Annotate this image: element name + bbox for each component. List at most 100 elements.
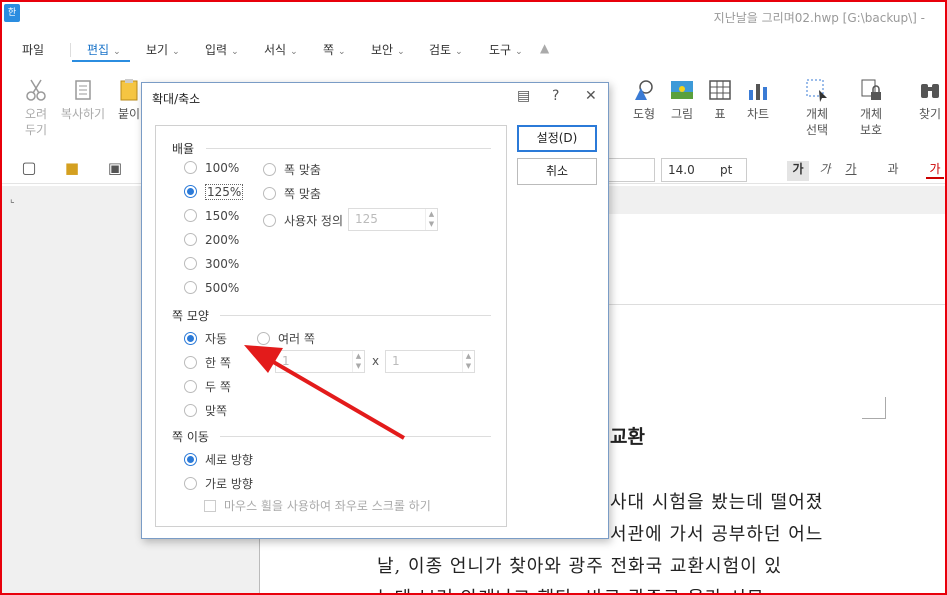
menu-page[interactable]: 쪽 ⌄ (323, 41, 346, 58)
table-button[interactable]: 표 (704, 78, 736, 122)
zoom-dialog: 확대/축소 ▤ ? ✕ 설정(D) 취소 배율 100% 125% 150% 2… (141, 82, 609, 539)
document-heading: 교환 (610, 426, 645, 448)
picture-button[interactable]: 그림 (666, 78, 698, 122)
picture-icon (671, 81, 693, 99)
copy-icon (75, 80, 91, 100)
page-move-section-label: 쪽 이동 (172, 430, 209, 444)
radio-icon (257, 332, 270, 345)
strikethrough-button[interactable]: 과 (884, 161, 902, 177)
spinner-arrows-icon[interactable]: ▲ ▼ (425, 209, 437, 230)
zoom-option-300[interactable]: 300% (184, 257, 239, 271)
bar-chart-icon (749, 84, 767, 100)
menu-edit[interactable]: 편집 ⌄ (87, 41, 121, 58)
radio-icon (184, 356, 197, 369)
document-line: 날, 이종 언니가 찾아와 광주 전화국 교환시험이 있 (377, 556, 782, 577)
protect-object-button[interactable]: 개체 보호 (852, 78, 890, 138)
shape-button[interactable]: 도형 (628, 78, 660, 122)
font-size-field[interactable]: 14.0 pt (661, 158, 747, 182)
spinner-arrows-icon[interactable]: ▲ ▼ (352, 351, 364, 372)
font-color-button[interactable]: 가 (926, 161, 944, 179)
underline-button[interactable]: 가 (842, 161, 860, 177)
dialog-title: 확대/축소 (152, 92, 201, 106)
ok-button[interactable]: 설정(D) (517, 125, 597, 152)
bold-button[interactable]: 가 (787, 161, 809, 181)
divider (206, 148, 491, 149)
multi-columns-input[interactable]: 1 ▲ ▼ (275, 350, 365, 373)
close-icon[interactable]: ✕ (585, 88, 597, 104)
paste-button[interactable]: 붙이 (114, 78, 144, 122)
multi-rows-input[interactable]: 1 ▲ ▼ (385, 350, 475, 373)
wheel-scroll-checkbox[interactable]: 마우스 휠을 사용하여 좌우로 스크롤 하기 (204, 497, 431, 514)
clipboard-icon (120, 79, 138, 101)
copy-button[interactable]: 복사하기 (58, 78, 108, 122)
menu-separator (70, 43, 71, 57)
zoom-custom[interactable]: 사용자 정의 (263, 212, 343, 229)
layout-auto[interactable]: 자동 (184, 330, 227, 347)
layout-two[interactable]: 두 쪽 (184, 378, 231, 395)
radio-icon (263, 187, 276, 200)
document-line: 사대 시험을 봤는데 떨어졌 (610, 492, 824, 513)
select-object-button[interactable]: 개체 선택 (798, 78, 836, 138)
dialog-body: 배율 100% 125% 150% 200% 300% 500% 폭 맞춤 쪽 … (155, 125, 507, 527)
chevron-down-icon: ⌄ (455, 47, 463, 57)
radio-icon (184, 185, 197, 198)
custom-zoom-input[interactable]: 125 ▲ ▼ (348, 208, 438, 231)
app-window: 한 지난날을 그리며02.hwp [G:\backup\] - 파일 편집 ⌄ 보… (0, 0, 947, 595)
spinner-arrows-icon[interactable]: ▲ ▼ (462, 351, 474, 372)
document-line: 는데 보러 안게냐고 했다. 바로 광주로 올라 시묘 (377, 584, 764, 593)
zoom-option-125[interactable]: 125% (184, 184, 244, 200)
italic-button[interactable]: 가 (817, 161, 833, 177)
chevron-down-icon: ⌄ (338, 47, 346, 57)
cut-button[interactable]: 오려 두기 (20, 78, 52, 138)
layout-facing[interactable]: 맞쪽 (184, 402, 227, 419)
chevron-down-icon: ⌄ (172, 47, 180, 57)
cancel-button[interactable]: 취소 (517, 158, 597, 185)
radio-icon (184, 332, 197, 345)
menu-format[interactable]: 서식 ⌄ (264, 41, 298, 58)
zoom-fit-page[interactable]: 쪽 맞춤 (263, 185, 321, 202)
help-icon[interactable]: ? (552, 88, 559, 104)
page-layout-section-label: 쪽 모양 (172, 309, 209, 323)
document-line: 서관에 가서 공부하던 어느 (610, 524, 824, 545)
menu-bar: 파일 편집 ⌄ 보기 ⌄ 입력 ⌄ 서식 ⌄ 쪽 ⌄ 보안 ⌄ 검토 ⌄ 도구 ⌄ ▲ (2, 38, 945, 62)
save-icon[interactable]: ▣ (106, 160, 124, 176)
menu-insert[interactable]: 입력 ⌄ (205, 41, 239, 58)
new-document-icon[interactable]: ▢ (20, 160, 38, 176)
radio-icon (184, 257, 197, 270)
menu-review[interactable]: 검토 ⌄ (429, 41, 463, 58)
title-bar: 한 지난날을 그리며02.hwp [G:\backup\] - (2, 2, 945, 32)
menu-file[interactable]: 파일 (22, 41, 44, 58)
chevron-down-icon: ⌄ (290, 47, 298, 57)
radio-icon (184, 380, 197, 393)
shape-icon (635, 80, 653, 100)
chevron-down-icon: ⌄ (113, 47, 121, 57)
zoom-option-100[interactable]: 100% (184, 161, 239, 175)
table-icon (709, 80, 731, 100)
shapes-quick-icon[interactable]: ▲ (540, 41, 549, 55)
lock-icon (861, 79, 881, 100)
menu-tools[interactable]: 도구 ⌄ (489, 41, 523, 58)
open-folder-icon[interactable]: ■ (62, 160, 82, 176)
layout-single[interactable]: 한 쪽 (184, 354, 231, 371)
zoom-option-150[interactable]: 150% (184, 209, 239, 223)
radio-icon (184, 404, 197, 417)
find-button[interactable]: 찾기 (912, 78, 945, 122)
layout-multiple[interactable]: 여러 쪽 (257, 330, 315, 347)
zoom-option-200[interactable]: 200% (184, 233, 239, 247)
chart-button[interactable]: 차트 (742, 78, 774, 122)
divider (220, 315, 491, 316)
menu-view[interactable]: 보기 ⌄ (146, 41, 180, 58)
menu-security[interactable]: 보안 ⌄ (371, 41, 405, 58)
active-menu-indicator (72, 60, 130, 62)
zoom-option-500[interactable]: 500% (184, 281, 239, 295)
radio-icon (184, 161, 197, 174)
move-vertical[interactable]: 세로 방향 (184, 451, 253, 468)
move-horizontal[interactable]: 가로 방향 (184, 475, 253, 492)
zoom-fit-width[interactable]: 폭 맞춤 (263, 161, 321, 178)
comment-icon[interactable]: ▤ (517, 88, 530, 104)
hwp-app-icon[interactable]: 한 (4, 4, 20, 22)
radio-icon (263, 163, 276, 176)
radio-icon (184, 233, 197, 246)
radio-icon (184, 453, 197, 466)
font-dropdown-tail[interactable] (607, 158, 655, 182)
